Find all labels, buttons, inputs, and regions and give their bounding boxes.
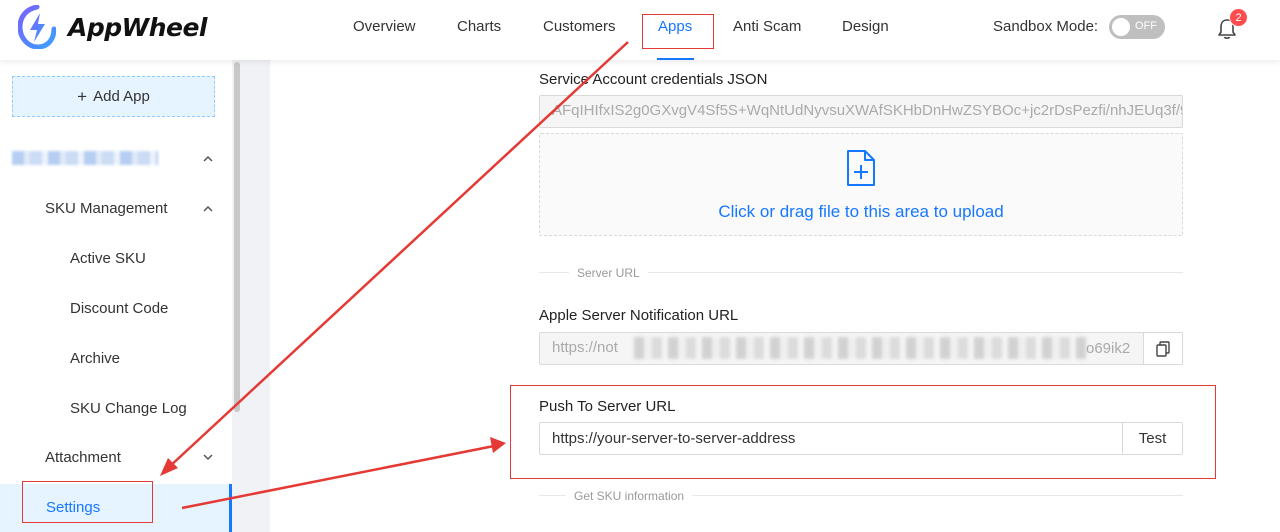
chevron-down-icon[interactable] [202,451,214,463]
apple-url-prefix: https://not [552,339,618,356]
apple-url-suffix: o69ik2 [1086,340,1131,357]
service-account-label: Service Account credentials JSON [539,71,768,88]
sidebar-item-attachment[interactable]: Attachment [45,449,121,466]
add-app-button[interactable]: + Add App [12,76,215,117]
annotation-box-apps [642,14,714,49]
sidebar-item-sku-management[interactable]: SKU Management [45,200,168,217]
sku-info-divider: Get SKU information [566,489,693,503]
redacted-url-segment [634,337,1086,359]
chevron-up-icon[interactable] [202,153,214,165]
notification-badge: 2 [1229,8,1248,27]
active-tab-indicator [657,58,694,60]
top-header: AppWheel Overview Charts Customers Apps … [0,0,1280,60]
copy-icon [1156,340,1170,357]
server-url-divider: Server URL [569,266,648,280]
nav-overview[interactable]: Overview [353,18,416,35]
annotation-box-settings [22,481,153,523]
chevron-up-icon[interactable] [202,203,214,215]
app-name-redacted[interactable] [12,151,158,165]
service-account-input[interactable]: AFqIHIfxIS2g0GXvgV4Sf5S+WqNtUdNyvsuXWAfS… [539,95,1183,128]
sandbox-mode-label: Sandbox Mode: [993,18,1099,35]
sidebar-item-active-sku[interactable]: Active SKU [70,250,146,267]
sidebar-scrollbar[interactable] [234,62,240,412]
brand-name: AppWheel [68,12,208,42]
sidebar-item-archive[interactable]: Archive [70,350,120,367]
file-add-icon [847,150,875,186]
sandbox-mode-toggle[interactable]: OFF [1109,15,1165,39]
plus-icon: + [77,86,88,106]
nav-charts[interactable]: Charts [457,18,501,35]
add-app-label: Add App [93,88,150,105]
brand-logo[interactable]: AppWheel [18,5,208,49]
annotation-box-push-url [510,385,1216,479]
upload-hint: Click or drag file to this area to uploa… [718,202,1004,221]
copy-button[interactable] [1143,332,1183,365]
nav-anti-scam[interactable]: Anti Scam [733,18,801,35]
toggle-state-text: OFF [1135,20,1157,32]
nav-customers[interactable]: Customers [543,18,616,35]
apple-url-label: Apple Server Notification URL [539,307,739,324]
lightning-bolt-logo-icon [18,5,56,49]
nav-design[interactable]: Design [842,18,889,35]
sidebar-item-discount-code[interactable]: Discount Code [70,300,168,317]
toggle-knob [1112,18,1130,36]
sidebar-item-sku-change-log[interactable]: SKU Change Log [70,400,187,417]
